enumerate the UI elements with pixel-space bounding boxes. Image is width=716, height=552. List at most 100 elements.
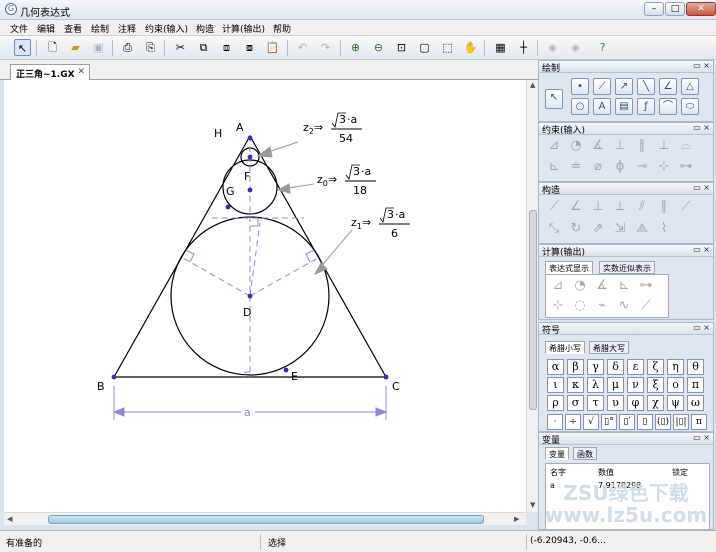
- compute-slope-icon[interactable]: ⊾: [615, 277, 633, 294]
- construct-reflect-icon[interactable]: ⤡: [545, 220, 563, 237]
- compute-area-icon[interactable]: ⊶: [637, 277, 655, 294]
- operator-symbol-button[interactable]: √: [583, 414, 599, 430]
- vertical-scroll-thumb[interactable]: [529, 210, 537, 410]
- menu-file[interactable]: 文件: [10, 22, 28, 35]
- constraint-tangent-icon[interactable]: ⌓: [677, 137, 695, 154]
- construct-polygon-icon[interactable]: ⟁: [633, 220, 651, 237]
- greek-symbol-button[interactable]: ζ: [647, 359, 664, 375]
- minimize-button[interactable]: –: [644, 2, 664, 16]
- copy-drawing-icon[interactable]: ⧇: [241, 39, 258, 56]
- draw-function-icon[interactable]: ƒ: [637, 98, 655, 115]
- panel-pin-icon[interactable]: ▭ ×: [693, 245, 710, 254]
- scroll-right-icon[interactable]: ▶: [514, 515, 519, 523]
- zoom-in-icon[interactable]: ⊕: [347, 39, 364, 56]
- construct-parallel-icon[interactable]: ⟂: [611, 198, 629, 215]
- variable-value[interactable]: 7.9178298: [598, 481, 641, 490]
- tab-greek-lower[interactable]: 希腊小写: [545, 341, 585, 354]
- compute-implicit-icon[interactable]: ∿: [615, 297, 633, 314]
- drawing-canvas[interactable]: a A B C D E F G H z2⇒ 3 ·a 54 z0⇒ 3 ·a 1…: [4, 80, 526, 512]
- construct-perpendicular-icon[interactable]: ⊥: [589, 198, 607, 215]
- compute-parametric-icon[interactable]: ⌁: [593, 297, 611, 314]
- copy-icon[interactable]: ⧉: [195, 39, 212, 56]
- menu-construct[interactable]: 构造: [196, 22, 214, 35]
- draw-select-icon[interactable]: ↖: [545, 89, 563, 109]
- zoom-out-icon[interactable]: ⊖: [370, 39, 387, 56]
- construct-locus-icon[interactable]: ⟋: [677, 198, 695, 215]
- construct-scale-icon[interactable]: ⇲: [611, 220, 629, 237]
- greek-symbol-button[interactable]: ο: [667, 377, 684, 393]
- greek-symbol-button[interactable]: μ: [607, 377, 624, 393]
- close-button[interactable]: ✕: [686, 2, 716, 16]
- draw-image-icon[interactable]: ▤: [615, 98, 633, 115]
- zoom-page-icon[interactable]: ⬚: [439, 39, 456, 56]
- draw-text-icon[interactable]: A: [593, 98, 611, 115]
- operator-symbol-button[interactable]: ·: [547, 414, 563, 430]
- compute-coordinates-icon[interactable]: ⊹: [549, 297, 567, 314]
- vertical-scrollbar[interactable]: ▲ ▼: [526, 80, 538, 512]
- maximize-button[interactable]: □: [665, 2, 685, 16]
- greek-symbol-button[interactable]: ρ: [547, 395, 564, 411]
- menu-edit[interactable]: 编辑: [37, 22, 55, 35]
- greek-symbol-button[interactable]: η: [667, 359, 684, 375]
- draw-arc-icon[interactable]: ⌒: [659, 98, 677, 115]
- constraint-equal-icon[interactable]: ≐: [567, 158, 585, 175]
- scroll-left-icon[interactable]: ◀: [7, 515, 12, 523]
- constraint-equation-icon[interactable]: ϕ: [611, 158, 629, 175]
- operator-symbol-button[interactable]: ▯′: [619, 414, 635, 430]
- greek-symbol-button[interactable]: β: [567, 359, 584, 375]
- panel-pin-icon[interactable]: ▭ ×: [693, 123, 710, 132]
- construct-tangent-icon[interactable]: ∥: [655, 198, 673, 215]
- horizontal-scrollbar[interactable]: ◀ ▶: [4, 512, 526, 525]
- trace-icon[interactable]: ◈: [567, 39, 584, 56]
- tab-real-approx[interactable]: 实数近似表示: [599, 261, 655, 274]
- constraint-coordinate-icon[interactable]: ⊹: [655, 158, 673, 175]
- constraint-perpendicular-icon[interactable]: ⟂: [655, 137, 673, 154]
- greek-symbol-button[interactable]: λ: [587, 377, 604, 393]
- print-icon[interactable]: ⎙: [119, 39, 136, 56]
- construct-translate-icon[interactable]: ⇗: [589, 220, 607, 237]
- compute-distance-icon[interactable]: ⊿: [549, 277, 567, 294]
- variable-name[interactable]: a: [550, 481, 555, 490]
- menu-help[interactable]: 帮助: [273, 22, 291, 35]
- scroll-down-icon[interactable]: ▼: [530, 501, 535, 509]
- menu-compute[interactable]: 计算(输出): [222, 22, 265, 35]
- draw-ray-icon[interactable]: ↗: [615, 78, 633, 95]
- greek-symbol-button[interactable]: θ: [687, 359, 704, 375]
- draw-ellipse-icon[interactable]: ⬭: [681, 98, 699, 115]
- panel-pin-icon[interactable]: ▭ ×: [693, 323, 710, 332]
- greek-symbol-button[interactable]: τ: [587, 395, 604, 411]
- zoom-box-icon[interactable]: ⊡: [393, 39, 410, 56]
- animation-icon[interactable]: ◈: [544, 39, 561, 56]
- constraint-angle-icon[interactable]: ∡: [589, 137, 607, 154]
- operator-symbol-button[interactable]: |▯|: [673, 414, 689, 430]
- greek-symbol-button[interactable]: ω: [687, 395, 704, 411]
- copy-image-icon[interactable]: ⧈: [218, 39, 235, 56]
- operator-symbol-button[interactable]: π: [691, 414, 707, 430]
- select-arrow-icon[interactable]: ↖: [14, 39, 31, 56]
- operator-symbol-button[interactable]: ▯°: [601, 414, 617, 430]
- cut-icon[interactable]: ✂: [172, 39, 189, 56]
- menu-constraint[interactable]: 约束(输入): [145, 22, 188, 35]
- axes-icon[interactable]: ┼: [515, 39, 532, 56]
- constraint-distance-icon[interactable]: ⊿: [545, 137, 563, 154]
- compute-length-icon[interactable]: ⟋: [637, 297, 655, 314]
- greek-symbol-button[interactable]: ε: [627, 359, 644, 375]
- draw-circle-icon[interactable]: ○: [571, 98, 589, 115]
- draw-segment-icon[interactable]: ⟋: [593, 78, 611, 95]
- greek-symbol-button[interactable]: δ: [607, 359, 624, 375]
- greek-symbol-button[interactable]: π: [687, 377, 704, 393]
- panel-pin-icon[interactable]: ▭ ×: [693, 433, 710, 442]
- tab-variables[interactable]: 变量: [545, 447, 569, 460]
- menu-annotate[interactable]: 注释: [118, 22, 136, 35]
- panel-pin-icon[interactable]: ▭ ×: [693, 61, 710, 70]
- help-icon[interactable]: ?: [594, 39, 611, 56]
- print-preview-icon[interactable]: ⎘: [142, 39, 159, 56]
- greek-symbol-button[interactable]: φ: [627, 395, 644, 411]
- scroll-up-icon[interactable]: ▲: [530, 81, 535, 89]
- redo-icon[interactable]: ↷: [317, 39, 334, 56]
- greek-symbol-button[interactable]: γ: [587, 359, 604, 375]
- constraint-implicit-icon[interactable]: ⊶: [677, 158, 695, 175]
- construct-curve-icon[interactable]: ⌇: [655, 220, 673, 237]
- menu-view[interactable]: 查看: [64, 22, 82, 35]
- paste-icon[interactable]: 📋: [264, 39, 281, 56]
